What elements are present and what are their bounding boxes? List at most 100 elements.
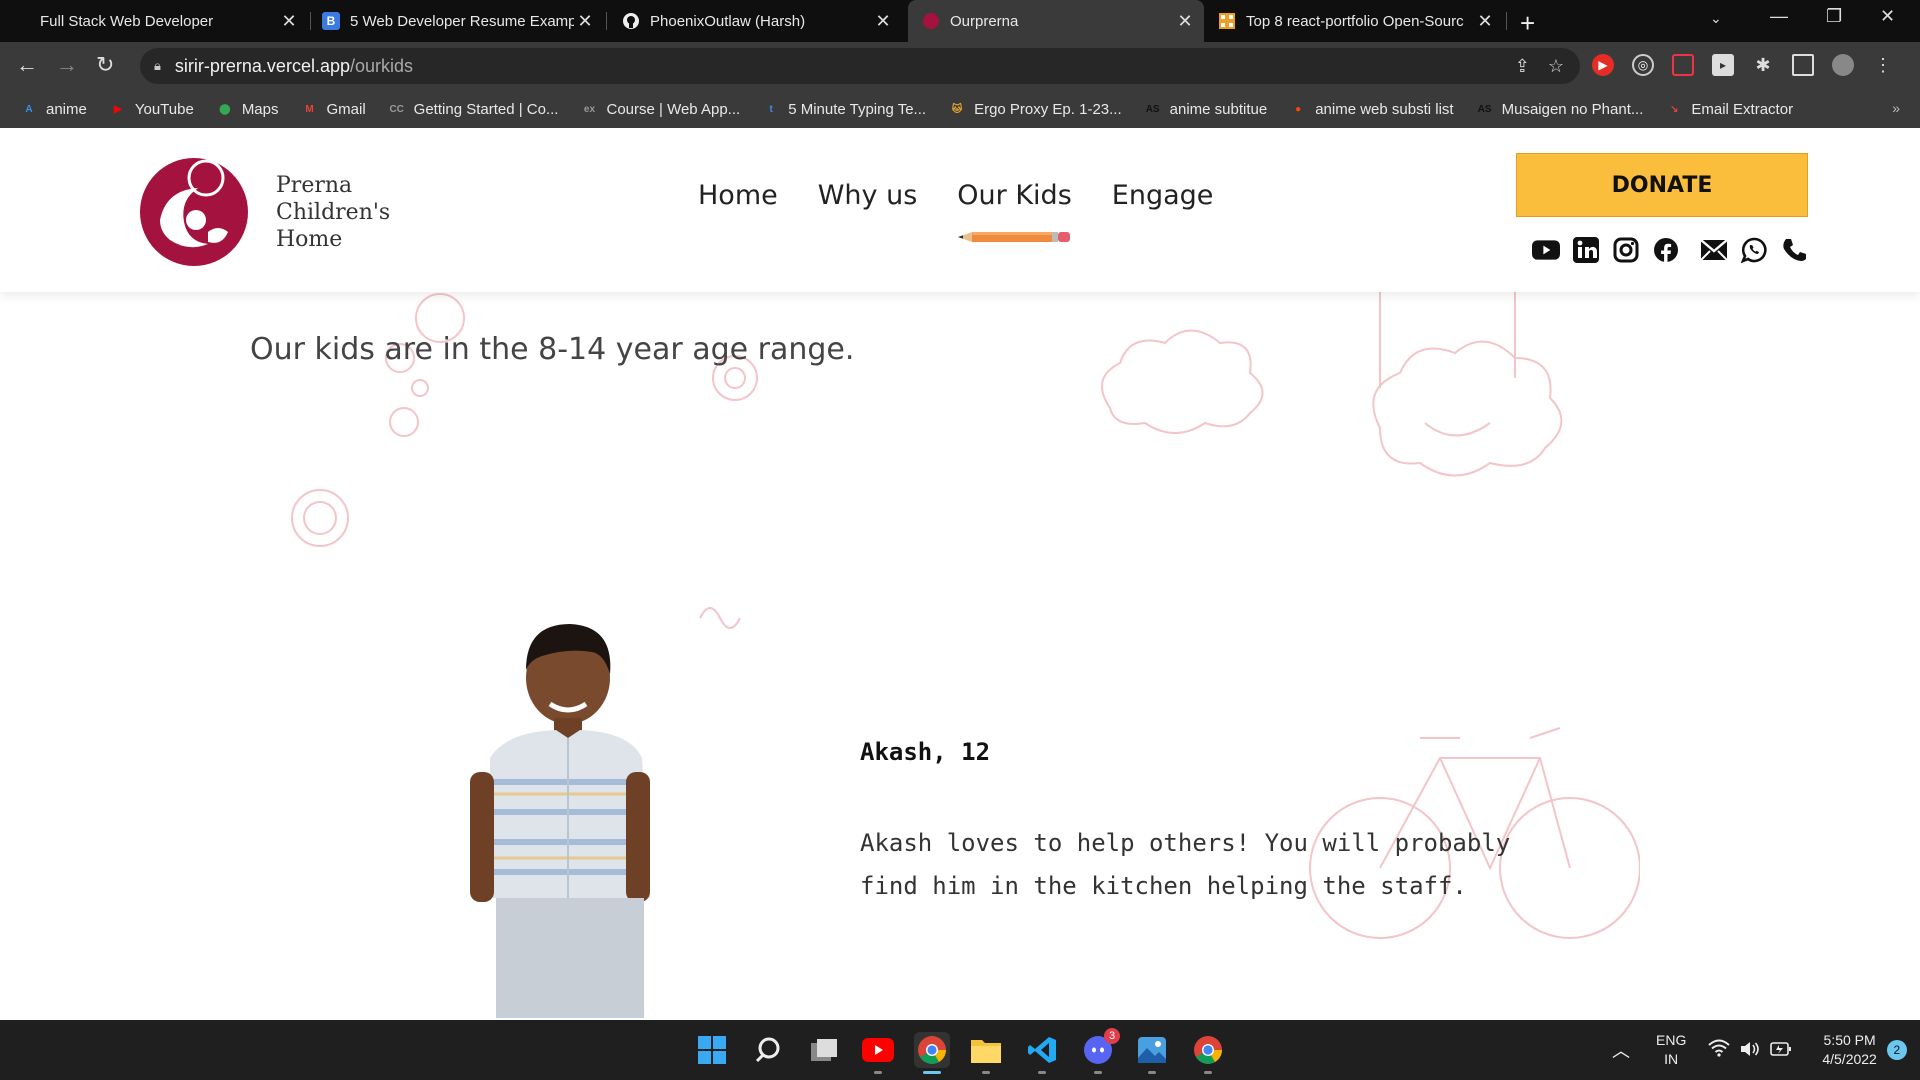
bookmarks-overflow-button[interactable]: » <box>1892 100 1900 116</box>
brand-line: Prerna <box>276 173 353 198</box>
puzzle-icon[interactable]: ✱ <box>1752 54 1774 76</box>
b-icon: B <box>322 12 340 30</box>
grid-icon <box>1218 12 1236 30</box>
media-ext-icon[interactable]: ▸ <box>1712 54 1734 76</box>
bookmark-item[interactable]: ⬤ Maps <box>216 100 279 118</box>
notification-badge[interactable]: 2 <box>1886 1040 1907 1060</box>
discord-icon[interactable]: 3 <box>1080 1028 1120 1074</box>
prerna-logo[interactable] <box>134 150 254 270</box>
lock-icon[interactable]: 🔒︎ <box>154 58 161 74</box>
close-icon[interactable]: ✕ <box>1174 11 1196 32</box>
sidebar-icon[interactable] <box>1792 54 1814 76</box>
bookmark-item[interactable]: AS Musaigen no Phant... <box>1476 101 1644 118</box>
bookmark-item[interactable]: ● anime web substi list <box>1289 101 1453 118</box>
bookmark-item[interactable]: 🐱︎ Ergo Proxy Ep. 1-23... <box>948 101 1122 118</box>
close-icon[interactable]: ✕ <box>574 11 596 32</box>
file-explorer-icon[interactable] <box>968 1032 1004 1074</box>
linkedin-icon[interactable] <box>1572 236 1600 264</box>
bookmark-item[interactable]: CC Getting Started | Co... <box>388 101 558 118</box>
chrome-icon[interactable] <box>914 1032 950 1074</box>
photos-icon[interactable] <box>1134 1032 1170 1074</box>
a-icon: A <box>25 103 33 115</box>
brand-name[interactable]: Prerna Children's Home <box>276 172 390 253</box>
tab-full-stack[interactable]: Full Stack Web Developer ✕ <box>12 0 308 42</box>
youtube-icon[interactable] <box>1532 236 1560 264</box>
running-indicator <box>1204 1071 1212 1074</box>
phone-icon[interactable] <box>1780 236 1808 264</box>
tab-separator <box>310 12 311 30</box>
bookmark-item[interactable]: ▶ YouTube <box>109 101 194 118</box>
nav-engage[interactable]: Engage <box>1112 180 1214 211</box>
wifi-icon[interactable] <box>1708 1039 1731 1062</box>
bookmark-item[interactable]: Aanime <box>20 101 86 118</box>
discord-badge: 3 <box>1104 1028 1120 1044</box>
new-tab-button[interactable]: + <box>1520 8 1535 39</box>
tab-title: Top 8 react-portfolio Open-Sourc <box>1246 12 1464 30</box>
battery-icon[interactable] <box>1770 1041 1792 1060</box>
tab-search-icon[interactable]: ⌄ <box>1710 10 1722 27</box>
bookmark-label: Musaigen no Phant... <box>1501 100 1644 118</box>
pip-ext-icon[interactable] <box>1672 54 1694 76</box>
youtube-ext-icon[interactable]: ▶ <box>1592 54 1614 76</box>
email-icon[interactable] <box>1700 236 1728 264</box>
close-icon[interactable]: ✕ <box>278 11 300 32</box>
share-icon[interactable]: ⇪ <box>1515 56 1530 77</box>
close-icon[interactable]: ✕ <box>872 11 894 32</box>
clock-date: 4/5/2022 <box>1822 1051 1877 1067</box>
window-close-button[interactable]: ✕ <box>1880 6 1895 27</box>
bookmark-item[interactable]: ↘ Email Extractor <box>1665 101 1793 118</box>
forward-button[interactable]: → <box>56 52 78 78</box>
active-indicator <box>923 1071 941 1074</box>
task-view-icon[interactable] <box>806 1032 842 1068</box>
bookmark-label: Gmail <box>326 100 366 118</box>
main-nav: Home Why us Our Kids Engage <box>698 180 1213 211</box>
bookmark-item[interactable]: t 5 Minute Typing Te... <box>762 101 927 118</box>
bookmark-label: Maps <box>241 100 279 118</box>
nav-our-kids[interactable]: Our Kids <box>957 180 1071 211</box>
youtube-icon[interactable] <box>860 1032 896 1074</box>
clock-time: 5:50 PM <box>1823 1032 1876 1048</box>
edx-icon: ex <box>583 103 596 115</box>
donate-button[interactable]: DONATE <box>1516 153 1808 217</box>
bookmark-item[interactable]: ex Course | Web App... <box>580 101 740 118</box>
gmail-icon: M <box>305 103 314 115</box>
minimize-button[interactable]: — <box>1770 6 1788 27</box>
tab-react-portfolio[interactable]: Top 8 react-portfolio Open-Sourc ✕ <box>1218 0 1504 42</box>
volume-icon[interactable] <box>1740 1040 1760 1061</box>
brand-line: Children's <box>276 200 391 225</box>
running-indicator <box>982 1071 990 1074</box>
as-icon: AS <box>1145 103 1160 115</box>
chevron-up-icon[interactable]: ︿ <box>1612 1037 1630 1063</box>
tab-resume[interactable]: B 5 Web Developer Resume Examp ✕ <box>322 0 604 42</box>
reddit-icon: ● <box>1295 103 1302 115</box>
close-icon[interactable]: ✕ <box>1474 11 1496 32</box>
menu-icon[interactable]: ⋮ <box>1872 54 1894 76</box>
restore-button[interactable]: ❐ <box>1826 6 1842 27</box>
nav-why-us[interactable]: Why us <box>818 180 918 211</box>
back-button[interactable]: ← <box>16 52 38 78</box>
facebook-icon[interactable] <box>1652 236 1680 264</box>
tab-github[interactable]: PhoenixOutlaw (Harsh) ✕ <box>622 0 902 42</box>
instagram-icon[interactable] <box>1612 236 1640 264</box>
tab-ourprerna[interactable]: Ourprerna ✕ <box>908 0 1204 42</box>
reload-button[interactable]: ↻ <box>96 52 114 78</box>
language-indicator[interactable]: ENG IN <box>1656 1031 1686 1069</box>
blank-icon <box>12 12 30 30</box>
bookmark-item[interactable]: AS anime subtitue <box>1144 101 1268 118</box>
search-icon[interactable] <box>750 1032 786 1068</box>
bookmark-item[interactable]: M Gmail <box>301 100 366 118</box>
whatsapp-icon[interactable] <box>1740 236 1768 264</box>
chrome-icon[interactable] <box>1190 1032 1226 1074</box>
windows-start-icon[interactable] <box>694 1032 730 1068</box>
star-icon[interactable]: ☆ <box>1548 56 1564 77</box>
target-ext-icon[interactable]: ◎ <box>1632 54 1654 76</box>
vscode-icon[interactable] <box>1024 1032 1060 1074</box>
browser-tab-bar: Full Stack Web Developer ✕ B 5 Web Devel… <box>0 0 1920 42</box>
nav-home[interactable]: Home <box>698 180 778 211</box>
profile-avatar[interactable] <box>1832 54 1854 76</box>
tab-title: Ourprerna <box>950 12 1019 30</box>
url-bar[interactable]: 🔒︎ sirir-prerna.vercel.app/ourkids ⇪ ☆ <box>140 48 1580 84</box>
running-indicator <box>874 1071 882 1074</box>
clock[interactable]: 5:50 PM 4/5/2022 <box>1822 1031 1877 1069</box>
tab-title: 5 Web Developer Resume Examp <box>350 12 574 30</box>
